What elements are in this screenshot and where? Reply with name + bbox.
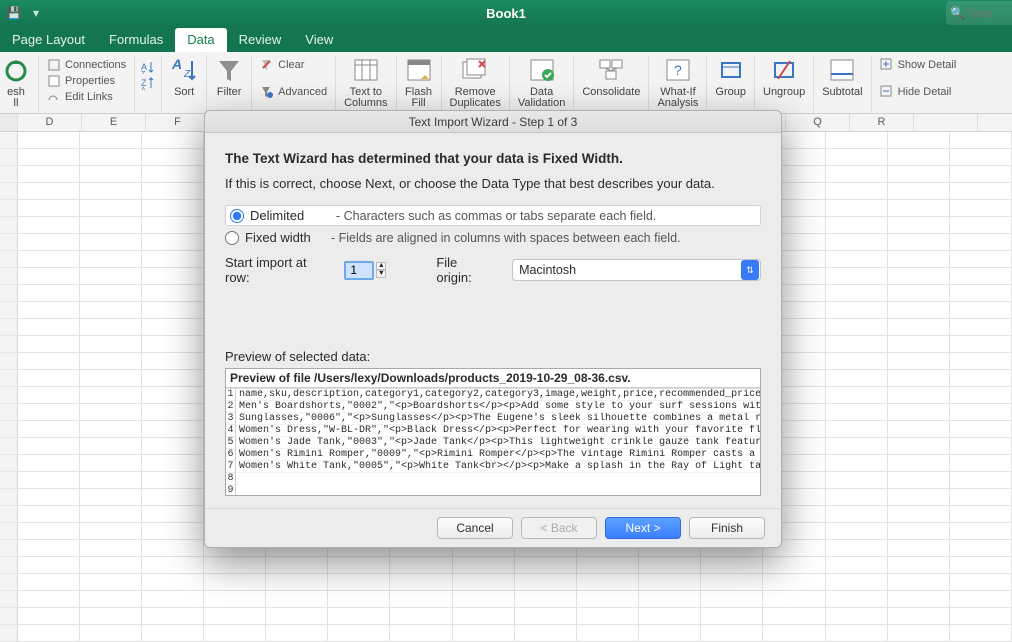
preview-row: 1name,sku,description,category1,category… xyxy=(226,389,760,401)
dialog-subline: If this is correct, choose Next, or choo… xyxy=(225,176,761,191)
preview-row-text xyxy=(236,485,239,496)
preview-row-text xyxy=(236,473,239,485)
preview-row-number: 7 xyxy=(226,461,236,473)
finish-button[interactable]: Finish xyxy=(689,517,765,539)
dialog-backdrop: Text Import Wizard - Step 1 of 3 The Tex… xyxy=(0,0,1012,622)
start-row-input[interactable] xyxy=(344,261,374,280)
preview-row-number: 4 xyxy=(226,425,236,437)
start-row-origin-row: Start import at row: ▲ ▼ File origin: Ma… xyxy=(225,255,761,285)
preview-row-number: 8 xyxy=(226,473,236,485)
preview-row-text: Men's Boardshorts,"0002","<p>Boardshorts… xyxy=(236,401,760,413)
preview-row: 6Women's Rimini Romper,"0009","<p>Rimini… xyxy=(226,449,760,461)
radio-fixed-width[interactable] xyxy=(225,231,239,245)
preview-row-text: Sunglasses,"0006","<p>Sunglasses</p><p>T… xyxy=(236,413,760,425)
preview-row: 4Women's Dress,"W-BL-DR","<p>Black Dress… xyxy=(226,425,760,437)
dialog-headline: The Text Wizard has determined that your… xyxy=(225,151,761,166)
preview-row-number: 9 xyxy=(226,485,236,496)
dialog-title: Text Import Wizard - Step 1 of 3 xyxy=(205,111,781,133)
radio-fixed-label: Fixed width xyxy=(245,230,325,245)
dialog-body: The Text Wizard has determined that your… xyxy=(205,133,781,508)
preview-row: 8 xyxy=(226,473,760,485)
preview-row: 5Women's Jade Tank,"0003","<p>Jade Tank<… xyxy=(226,437,760,449)
spin-up-icon[interactable]: ▲ xyxy=(376,262,386,270)
radio-delimited-label: Delimited xyxy=(250,208,330,223)
start-row-label: Start import at row: xyxy=(225,255,334,285)
radio-delimited[interactable] xyxy=(230,209,244,223)
preview-row-number: 6 xyxy=(226,449,236,461)
preview-row-text: Women's Dress,"W-BL-DR","<p>Black Dress<… xyxy=(236,425,760,437)
data-type-radio-group: Delimited - Characters such as commas or… xyxy=(225,205,761,245)
radio-delimited-row[interactable]: Delimited - Characters such as commas or… xyxy=(225,205,761,226)
preview-label: Preview of selected data: xyxy=(225,349,761,364)
preview-row-number: 5 xyxy=(226,437,236,449)
file-origin-select[interactable]: Macintosh ⇅ xyxy=(512,259,761,281)
file-origin-value: Macintosh xyxy=(513,263,741,277)
preview-row-text: Women's Jade Tank,"0003","<p>Jade Tank</… xyxy=(236,437,760,449)
radio-delimited-desc: - Characters such as commas or tabs sepa… xyxy=(336,209,656,223)
preview-file-label: Preview of file /Users/lexy/Downloads/pr… xyxy=(226,369,760,388)
preview-row-text: name,sku,description,category1,category2… xyxy=(236,389,760,401)
spin-down-icon[interactable]: ▼ xyxy=(376,270,386,278)
radio-fixed-row[interactable]: Fixed width - Fields are aligned in colu… xyxy=(225,230,761,245)
file-origin-label: File origin: xyxy=(436,255,496,285)
radio-fixed-desc: - Fields are aligned in columns with spa… xyxy=(331,231,681,245)
preview-row: 9 xyxy=(226,485,760,496)
next-button[interactable]: Next > xyxy=(605,517,681,539)
preview-row: 3Sunglasses,"0006","<p>Sunglasses</p><p>… xyxy=(226,413,760,425)
preview-row-number: 3 xyxy=(226,413,236,425)
preview-box: Preview of file /Users/lexy/Downloads/pr… xyxy=(225,368,761,496)
start-row-spinner[interactable]: ▲ ▼ xyxy=(344,261,386,280)
text-import-wizard-dialog: Text Import Wizard - Step 1 of 3 The Tex… xyxy=(204,110,782,548)
preview-rows: 1name,sku,description,category1,category… xyxy=(226,388,760,496)
preview-row-text: Women's Rimini Romper,"0009","<p>Rimini … xyxy=(236,449,760,461)
preview-row: 7Women's White Tank,"0005","<p>White Tan… xyxy=(226,461,760,473)
preview-row-text: Women's White Tank,"0005","<p>White Tank… xyxy=(236,461,760,473)
preview-row: 2Men's Boardshorts,"0002","<p>Boardshort… xyxy=(226,401,760,413)
cancel-button[interactable]: Cancel xyxy=(437,517,513,539)
preview-row-number: 1 xyxy=(226,389,236,401)
chevron-updown-icon[interactable]: ⇅ xyxy=(741,260,759,280)
preview-row-number: 2 xyxy=(226,401,236,413)
dialog-footer: Cancel < Back Next > Finish xyxy=(205,508,781,547)
back-button: < Back xyxy=(521,517,597,539)
